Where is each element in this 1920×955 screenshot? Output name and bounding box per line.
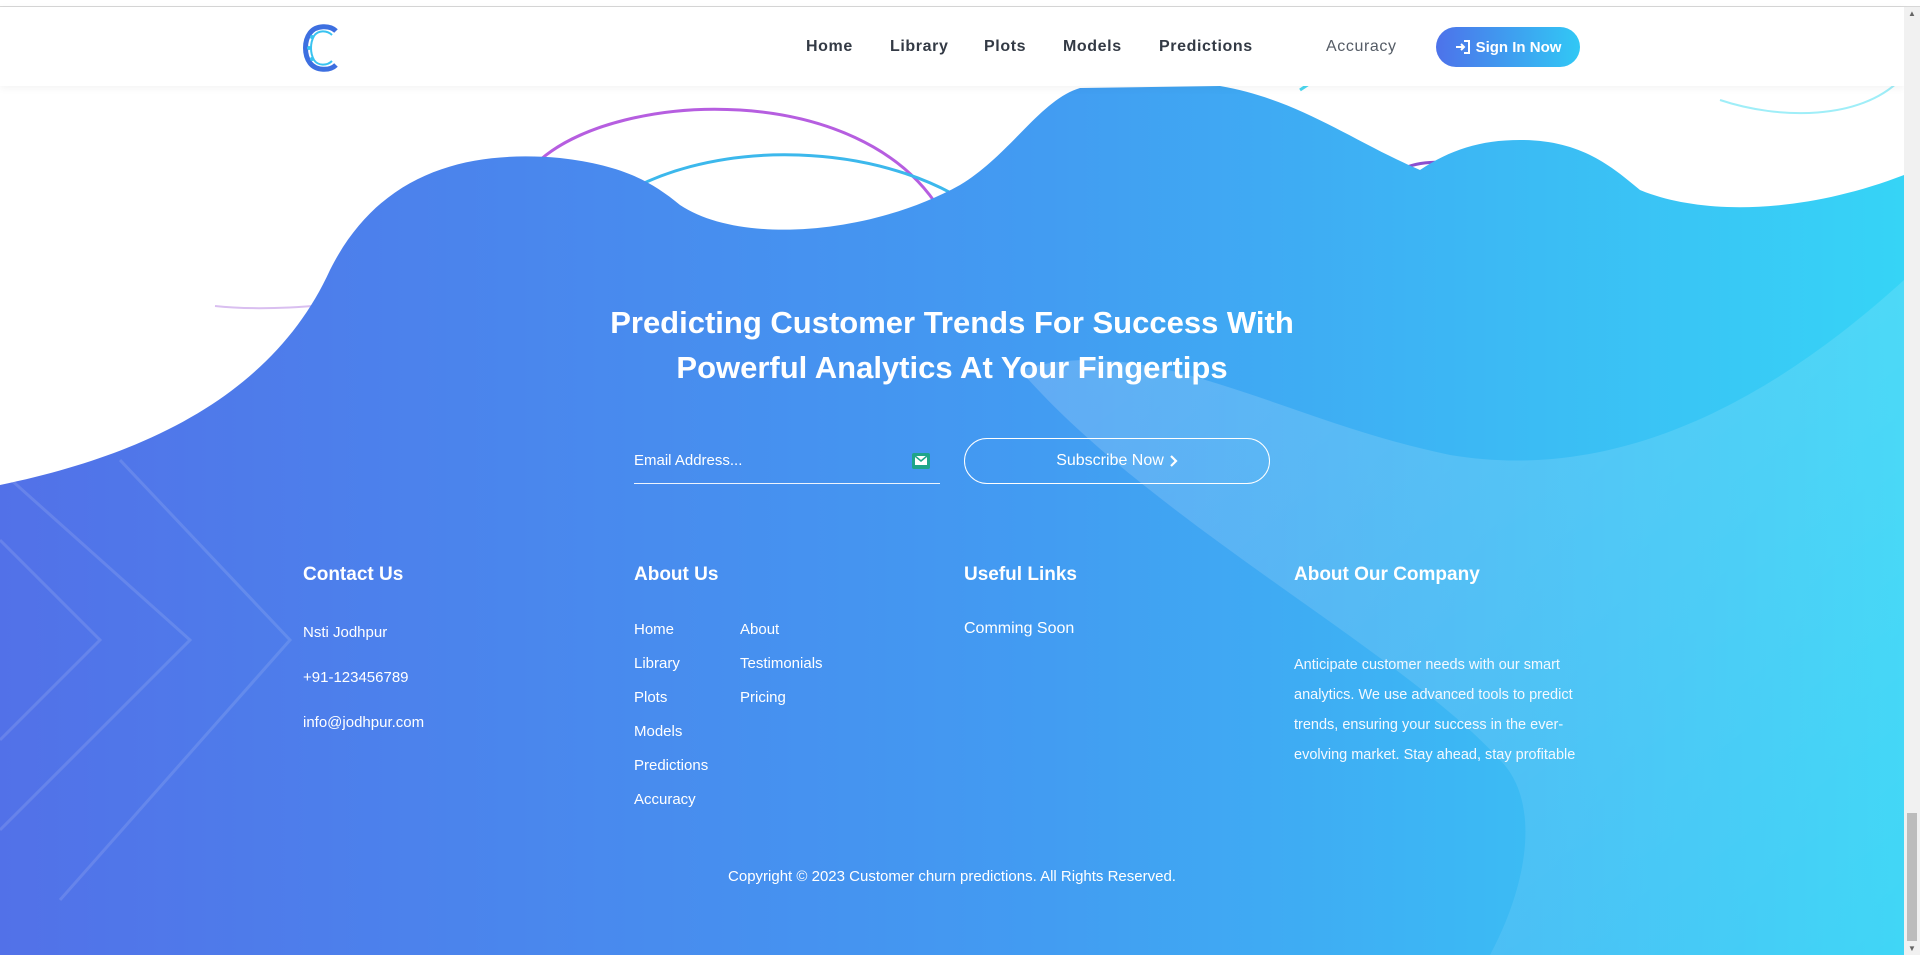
scroll-down-arrow-icon[interactable]: ▼ bbox=[1908, 944, 1916, 953]
nav-accuracy[interactable]: Accuracy bbox=[1326, 38, 1397, 56]
email-input[interactable] bbox=[634, 452, 894, 469]
headline-line-1: Predicting Customer Trends For Success W… bbox=[610, 305, 1294, 340]
headline-line-2: Powerful Analytics At Your Fingertips bbox=[676, 350, 1228, 385]
email-field bbox=[634, 444, 940, 484]
contact-email[interactable]: info@jodhpur.com bbox=[303, 714, 424, 731]
contact-address: Nsti Jodhpur bbox=[303, 624, 388, 641]
nav-library[interactable]: Library bbox=[890, 38, 948, 56]
footer: Predicting Customer Trends For Success W… bbox=[0, 0, 1904, 955]
contact-title: Contact Us bbox=[303, 564, 404, 585]
page-scrollbar[interactable]: ▲ ▼ bbox=[1904, 7, 1920, 955]
chevron-right-icon bbox=[1170, 455, 1178, 467]
footer-headline: Predicting Customer Trends For Success W… bbox=[552, 300, 1352, 390]
sign-in-button[interactable]: Sign In Now bbox=[1436, 27, 1580, 67]
about-link-pricing[interactable]: Pricing bbox=[740, 689, 786, 706]
about-link-models[interactable]: Models bbox=[634, 723, 682, 740]
about-link-library[interactable]: Library bbox=[634, 655, 680, 672]
nav-home[interactable]: Home bbox=[806, 38, 853, 56]
logo-icon[interactable] bbox=[302, 23, 342, 73]
subscribe-label: Subscribe Now bbox=[1056, 452, 1164, 469]
scroll-up-arrow-icon[interactable]: ▲ bbox=[1908, 9, 1916, 18]
about-link-home[interactable]: Home bbox=[634, 621, 674, 638]
sign-in-icon bbox=[1455, 40, 1470, 54]
company-description: Anticipate customer needs with our smart… bbox=[1294, 657, 1576, 763]
useful-links-title: Useful Links bbox=[964, 564, 1077, 585]
about-link-predictions[interactable]: Predictions bbox=[634, 757, 708, 774]
about-link-about[interactable]: About bbox=[740, 621, 779, 638]
about-title: About Us bbox=[634, 564, 719, 585]
mail-icon bbox=[912, 453, 930, 469]
about-link-testimonials[interactable]: Testimonials bbox=[740, 655, 823, 672]
nav-predictions[interactable]: Predictions bbox=[1159, 38, 1253, 56]
nav-models[interactable]: Models bbox=[1063, 38, 1122, 56]
contact-phone[interactable]: +91-123456789 bbox=[303, 669, 409, 686]
copyright-text: Copyright © 2023 Customer churn predicti… bbox=[728, 868, 1176, 885]
top-navbar: Home Library Plots Models Predictions Ac… bbox=[0, 7, 1904, 86]
subscribe-button[interactable]: Subscribe Now bbox=[964, 438, 1270, 484]
about-link-plots[interactable]: Plots bbox=[634, 689, 667, 706]
useful-link-coming-soon[interactable]: Comming Soon bbox=[964, 620, 1074, 638]
company-title: About Our Company bbox=[1294, 564, 1480, 585]
sign-in-label: Sign In Now bbox=[1475, 38, 1562, 56]
about-link-accuracy[interactable]: Accuracy bbox=[634, 791, 696, 808]
scrollbar-thumb[interactable] bbox=[1907, 813, 1917, 941]
nav-plots[interactable]: Plots bbox=[984, 38, 1026, 56]
